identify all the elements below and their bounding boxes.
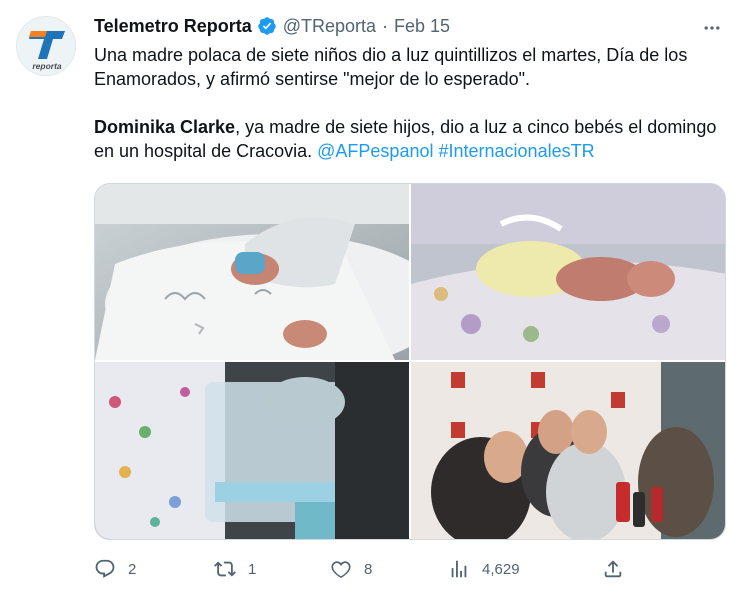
retweet-button[interactable]: 1 bbox=[214, 556, 256, 582]
share-button[interactable] bbox=[602, 556, 624, 582]
heart-icon bbox=[331, 561, 351, 578]
like-count: 8 bbox=[364, 560, 373, 578]
author-handle[interactable]: @TReporta bbox=[283, 16, 376, 37]
tweet-card[interactable]: reporta Telemetro Reporta @TReporta · Fe… bbox=[0, 0, 746, 593]
like-button[interactable]: 8 bbox=[330, 556, 372, 582]
retweet-icon bbox=[214, 561, 236, 577]
press-conference-photo[interactable] bbox=[411, 362, 725, 539]
tweet-paragraph-1: Una madre polaca de siete niños dio a lu… bbox=[94, 45, 688, 89]
reply-icon bbox=[95, 559, 115, 578]
verified-badge-icon bbox=[257, 16, 277, 36]
mention-link[interactable]: @AFPespanol bbox=[317, 141, 433, 161]
share-icon bbox=[604, 560, 622, 578]
more-options-icon[interactable] bbox=[700, 16, 724, 40]
avatar[interactable]: reporta bbox=[16, 16, 76, 76]
tweet-text: Una madre polaca de siete niños dio a lu… bbox=[94, 43, 734, 163]
incubator-baby-photo[interactable] bbox=[411, 184, 725, 360]
views-chart-icon bbox=[451, 560, 467, 578]
nurse-incubator-photo[interactable] bbox=[95, 362, 409, 539]
author-name[interactable]: Telemetro Reporta bbox=[94, 16, 252, 37]
tweet-header: Telemetro Reporta @TReporta · Feb 15 bbox=[94, 14, 450, 38]
reply-button[interactable]: 2 bbox=[94, 556, 136, 582]
views-count: 4,629 bbox=[482, 560, 520, 578]
tweet-paragraph-2: Dominika Clarke, ya madre de siete hijos… bbox=[94, 115, 734, 163]
newborn-feet-photo[interactable] bbox=[95, 184, 409, 360]
tweet-date[interactable]: Feb 15 bbox=[394, 16, 450, 37]
person-name: Dominika Clarke bbox=[94, 117, 236, 137]
hashtag-link[interactable]: #InternacionalesTR bbox=[439, 141, 595, 161]
telemetro-logo-icon: reporta bbox=[17, 17, 75, 75]
reply-count: 2 bbox=[128, 560, 137, 578]
avatar-text: reporta bbox=[32, 61, 62, 71]
tweet-actions: 2 1 8 4,629 bbox=[94, 556, 726, 582]
separator-dot: · bbox=[382, 15, 389, 36]
views-button[interactable]: 4,629 bbox=[448, 556, 520, 582]
retweet-count: 1 bbox=[248, 560, 257, 578]
media-grid bbox=[94, 183, 726, 540]
